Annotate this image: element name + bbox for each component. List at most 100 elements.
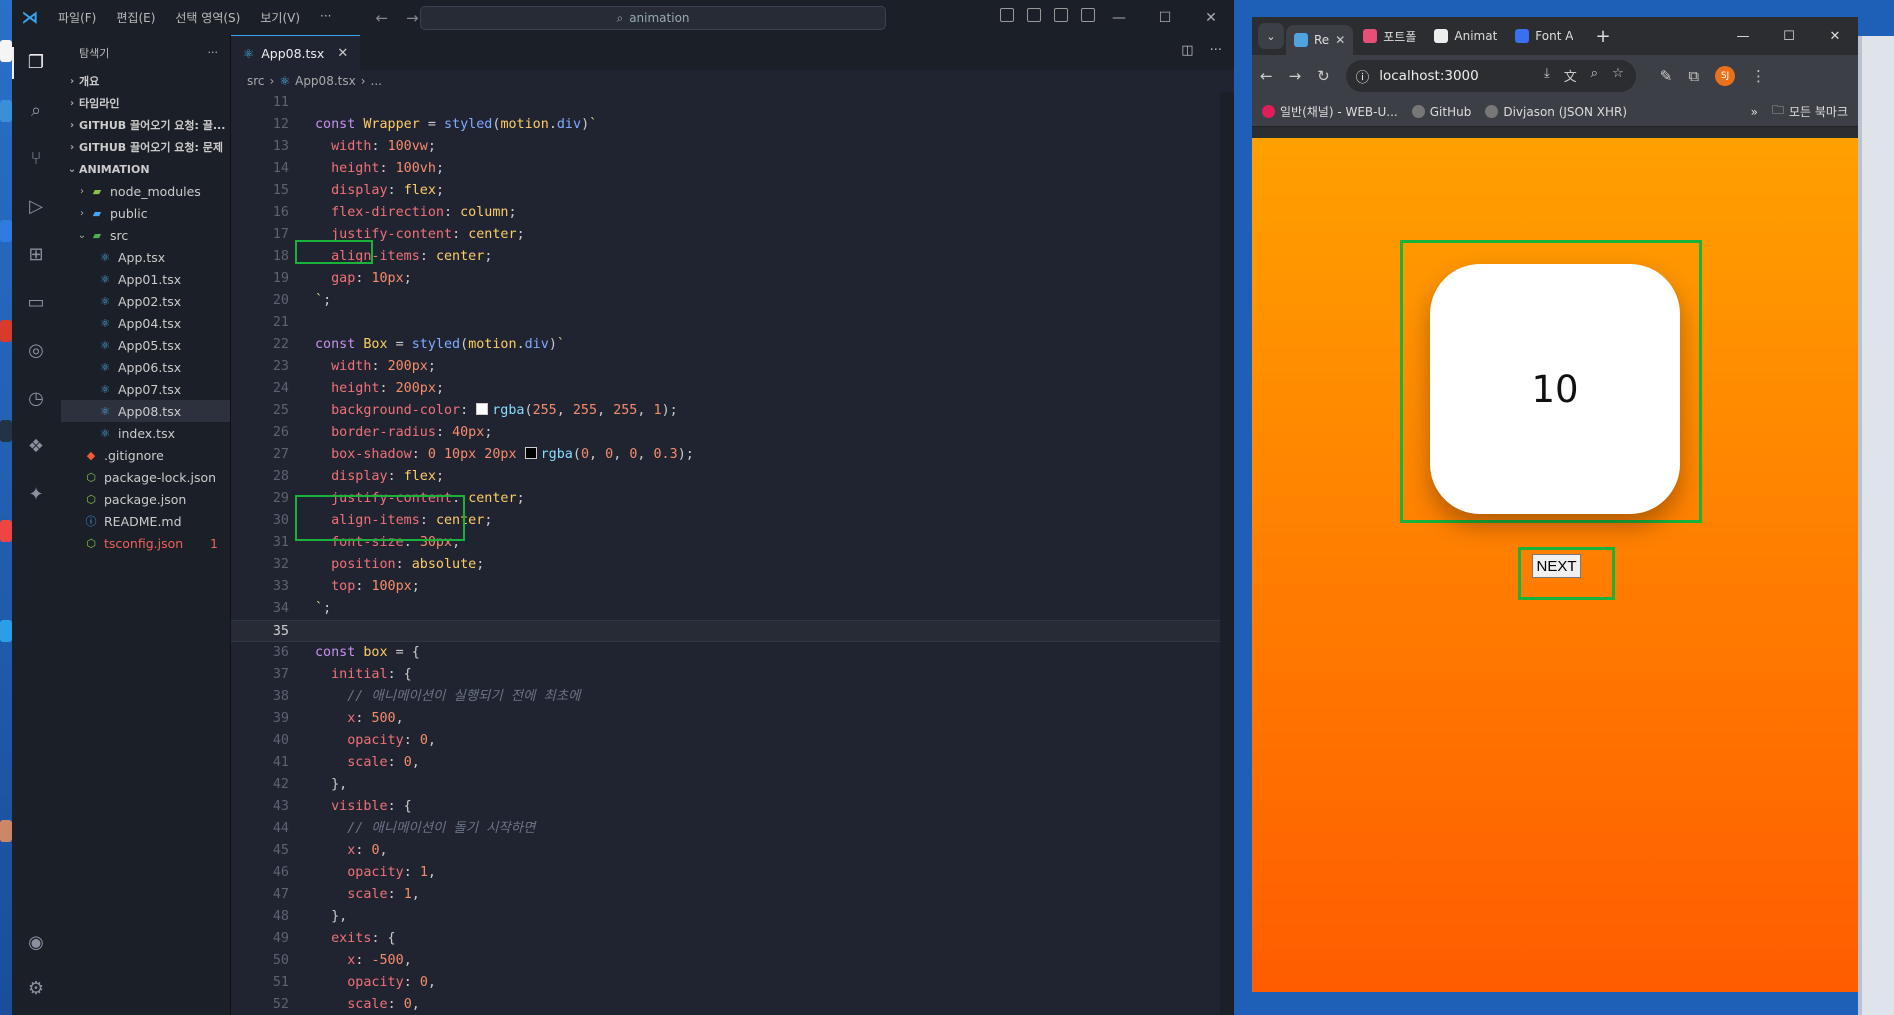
folder-item[interactable]: ⌄ ▰ src [61, 224, 230, 246]
site-info-icon[interactable]: ⓘ [1356, 66, 1370, 86]
code-line[interactable]: 47 scale: 1, [231, 884, 1234, 906]
browser-tab[interactable]: Re ✕ [1286, 25, 1354, 55]
translate-icon[interactable]: 文 [1564, 66, 1577, 85]
forward-arrow-icon[interactable]: → [406, 9, 419, 27]
folder-item[interactable]: › ▰ node_modules [61, 180, 230, 202]
account-icon[interactable]: ◉ [24, 931, 48, 955]
bookmark-item[interactable]: 일반(채널) - WEB-U... [1262, 103, 1398, 120]
code-view[interactable]: 11 12 const Wrapper = styled(motion.div)` 1… [231, 92, 1234, 1015]
file-item[interactable]: ⚛ App.tsx [61, 246, 230, 268]
toggle-secondary-sidebar-icon[interactable] [1054, 8, 1068, 22]
browser-tab[interactable]: 포트폴 [1355, 21, 1424, 51]
scrollbar[interactable] [1220, 92, 1234, 1015]
close-icon[interactable]: ✕ [1188, 0, 1234, 35]
tab-app08[interactable]: ⚛ App08.tsx ✕ [231, 35, 361, 70]
settings-gear-icon[interactable]: ⚙ [24, 977, 48, 1001]
bookmark-star-icon[interactable]: ☆ [1612, 66, 1624, 85]
code-line[interactable]: 15 display: flex; [231, 180, 1234, 202]
code-line[interactable]: 33 top: 100px; [231, 576, 1234, 598]
code-line[interactable]: 22 const Box = styled(motion.div)` [231, 334, 1234, 356]
code-line[interactable]: 52 scale: 0, [231, 994, 1234, 1015]
forward-icon[interactable]: → [1289, 67, 1302, 85]
explorer-section[interactable]: › GITHUB 끌어오기 요청: 문제 [61, 136, 230, 158]
toggle-primary-sidebar-icon[interactable] [1000, 8, 1014, 22]
code-line[interactable]: 34 `; [231, 598, 1234, 620]
code-line[interactable]: 17 justify-content: center; [231, 224, 1234, 246]
reload-icon[interactable]: ↻ [1317, 67, 1330, 85]
code-line[interactable]: 44 // 애니메이션이 돌기 시작하면 [231, 818, 1234, 840]
extensions-icon[interactable]: ⊞ [24, 243, 48, 267]
explorer-section[interactable]: › GITHUB 끌어오기 요청: 끌... [61, 114, 230, 136]
more-actions-icon[interactable]: ··· [208, 46, 219, 59]
code-line[interactable]: 11 [231, 92, 1234, 114]
chrome-maximize-icon[interactable]: ☐ [1766, 17, 1812, 55]
breadcrumb-item[interactable]: src [247, 74, 265, 88]
git-graph-icon[interactable]: ◎ [24, 339, 48, 363]
code-line[interactable]: 43 visible: { [231, 796, 1234, 818]
code-line[interactable]: 50 x: -500, [231, 950, 1234, 972]
back-arrow-icon[interactable]: ← [375, 9, 388, 27]
code-line[interactable]: 32 position: absolute; [231, 554, 1234, 576]
split-editor-icon[interactable]: ◫ [1181, 43, 1193, 58]
customize-layout-icon[interactable] [1081, 8, 1095, 22]
extra-view-icon[interactable]: ✦ [24, 483, 48, 507]
file-item[interactable]: ⚛ index.tsx [61, 422, 230, 444]
code-line[interactable]: 42 }, [231, 774, 1234, 796]
menu-item[interactable]: 파일(F) [48, 9, 106, 26]
chrome-minimize-icon[interactable]: — [1720, 17, 1766, 55]
code-line[interactable]: 16 flex-direction: column; [231, 202, 1234, 224]
code-line[interactable]: 21 [231, 312, 1234, 334]
explorer-section[interactable]: › 타임라인 [61, 92, 230, 114]
bookmark-item[interactable]: Divjason (JSON XHR) [1485, 105, 1627, 119]
file-item[interactable]: ⓘ README.md [61, 510, 230, 532]
address-bar[interactable]: ⓘ localhost:3000 ⤓ 文 ⌕ ☆ [1345, 60, 1636, 92]
code-line[interactable]: 19 gap: 10px; [231, 268, 1234, 290]
search-view-icon[interactable]: ⌕ [24, 99, 48, 123]
file-item[interactable]: ⬡ package-lock.json [61, 466, 230, 488]
code-line[interactable]: 39 x: 500, [231, 708, 1234, 730]
color-swatch[interactable] [524, 447, 537, 459]
code-line[interactable]: 20 `; [231, 290, 1234, 312]
file-item[interactable]: ⬡ tsconfig.json 1 [61, 532, 230, 554]
code-line[interactable]: 23 width: 200px; [231, 356, 1234, 378]
explorer-section[interactable]: ⌄ ANIMATION [61, 158, 230, 180]
file-item[interactable]: ⬡ package.json [61, 488, 230, 510]
toggle-panel-icon[interactable] [1027, 8, 1041, 22]
code-line[interactable]: 41 scale: 0, [231, 752, 1234, 774]
code-line[interactable]: 27 box-shadow: 0 10px 20px rgba(0, 0, 0,… [231, 444, 1234, 466]
bookmark-item[interactable]: GitHub [1411, 105, 1471, 119]
close-tab-icon[interactable]: ✕ [1335, 33, 1345, 47]
file-item[interactable]: ⚛ App04.tsx [61, 312, 230, 334]
new-tab-icon[interactable]: + [1595, 26, 1610, 47]
run-debug-icon[interactable]: ▷ [24, 195, 48, 219]
color-swatch[interactable] [476, 403, 489, 415]
code-line[interactable]: 14 height: 100vh; [231, 158, 1234, 180]
chrome-close-icon[interactable]: ✕ [1812, 17, 1858, 55]
menu-item[interactable]: 선택 영역(S) [165, 9, 250, 26]
browser-tab[interactable]: Font A [1507, 21, 1581, 51]
code-line[interactable]: 51 opacity: 0, [231, 972, 1234, 994]
code-line[interactable]: 48 }, [231, 906, 1234, 928]
file-item[interactable]: ⚛ App07.tsx [61, 378, 230, 400]
profile-avatar[interactable]: SJ [1715, 66, 1736, 86]
tab-search-icon[interactable]: ⌄ [1258, 23, 1284, 49]
code-line[interactable]: 35 [231, 620, 1234, 642]
menu-item[interactable]: 보기(V) [250, 9, 310, 26]
code-line[interactable]: 36 const box = { [231, 642, 1234, 664]
command-center-search[interactable]: ⌕ animation [420, 6, 886, 30]
browser-tab[interactable]: Animat [1426, 21, 1505, 51]
code-line[interactable]: 28 display: flex; [231, 466, 1234, 488]
file-item[interactable]: ⚛ App02.tsx [61, 290, 230, 312]
explorer-section[interactable]: › 개요 [61, 70, 230, 92]
menu-item[interactable]: 편집(E) [106, 9, 165, 26]
code-line[interactable]: 18 align-items: center; [231, 246, 1234, 268]
code-line[interactable]: 46 opacity: 1, [231, 862, 1234, 884]
file-item[interactable]: ⚛ App01.tsx [61, 268, 230, 290]
all-bookmarks-folder[interactable]: 🗀 모든 북마크 [1772, 101, 1848, 122]
file-item[interactable]: ◆ .gitignore [61, 444, 230, 466]
close-tab-icon[interactable]: ✕ [337, 46, 348, 61]
code-line[interactable]: 26 border-radius: 40px; [231, 422, 1234, 444]
source-control-icon[interactable]: ⑂ [24, 147, 48, 171]
code-line[interactable]: 25 background-color: rgba(255, 255, 255,… [231, 400, 1234, 422]
code-line[interactable]: 40 opacity: 0, [231, 730, 1234, 752]
